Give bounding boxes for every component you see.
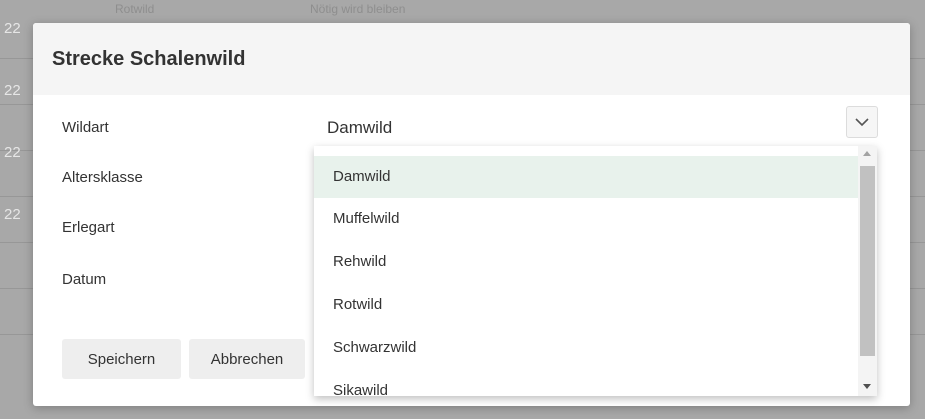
dropdown-option-rotwild[interactable]: Rotwild (314, 284, 858, 326)
scroll-up-icon[interactable] (863, 151, 871, 156)
option-label: Rotwild (333, 296, 383, 313)
bg-year: 22 (4, 20, 21, 37)
option-label: Schwarzwild (333, 339, 417, 356)
option-label: Muffelwild (333, 210, 400, 227)
option-label: Damwild (333, 168, 391, 185)
wildart-dropdown-toggle[interactable] (846, 106, 878, 138)
dropdown-option-schwarzwild[interactable]: Schwarzwild (314, 327, 858, 369)
bg-year: 22 (4, 82, 21, 99)
dropdown-option-sikawild[interactable]: Sikawild (314, 370, 858, 396)
altersklasse-label: Altersklasse (62, 169, 143, 186)
dialog-title: Strecke Schalenwild (52, 48, 246, 70)
chevron-down-icon (855, 118, 869, 127)
cancel-button[interactable]: Abbrechen (189, 339, 305, 379)
option-label: Rehwild (333, 253, 387, 270)
dropdown-option-muffelwild[interactable]: Muffelwild (314, 198, 858, 240)
scroll-thumb[interactable] (860, 166, 875, 356)
dropdown-option-rehwild[interactable]: Rehwild (314, 241, 858, 283)
option-label: Sikawild (333, 382, 389, 396)
save-button[interactable]: Speichern (62, 339, 181, 379)
wildart-label: Wildart (62, 119, 109, 136)
dialog-header: Strecke Schalenwild (33, 23, 910, 95)
scroll-down-icon[interactable] (863, 384, 871, 389)
dropdown-option-damwild[interactable]: Damwild (314, 156, 858, 198)
erlegart-label: Erlegart (62, 219, 115, 236)
datum-label: Datum (62, 271, 107, 288)
dropdown-scrollbar[interactable] (858, 146, 877, 396)
wildart-select[interactable]: Damwild (327, 118, 392, 138)
wildart-dropdown-list: Damwild Muffelwild Rehwild Rotwild Schwa… (314, 146, 877, 396)
